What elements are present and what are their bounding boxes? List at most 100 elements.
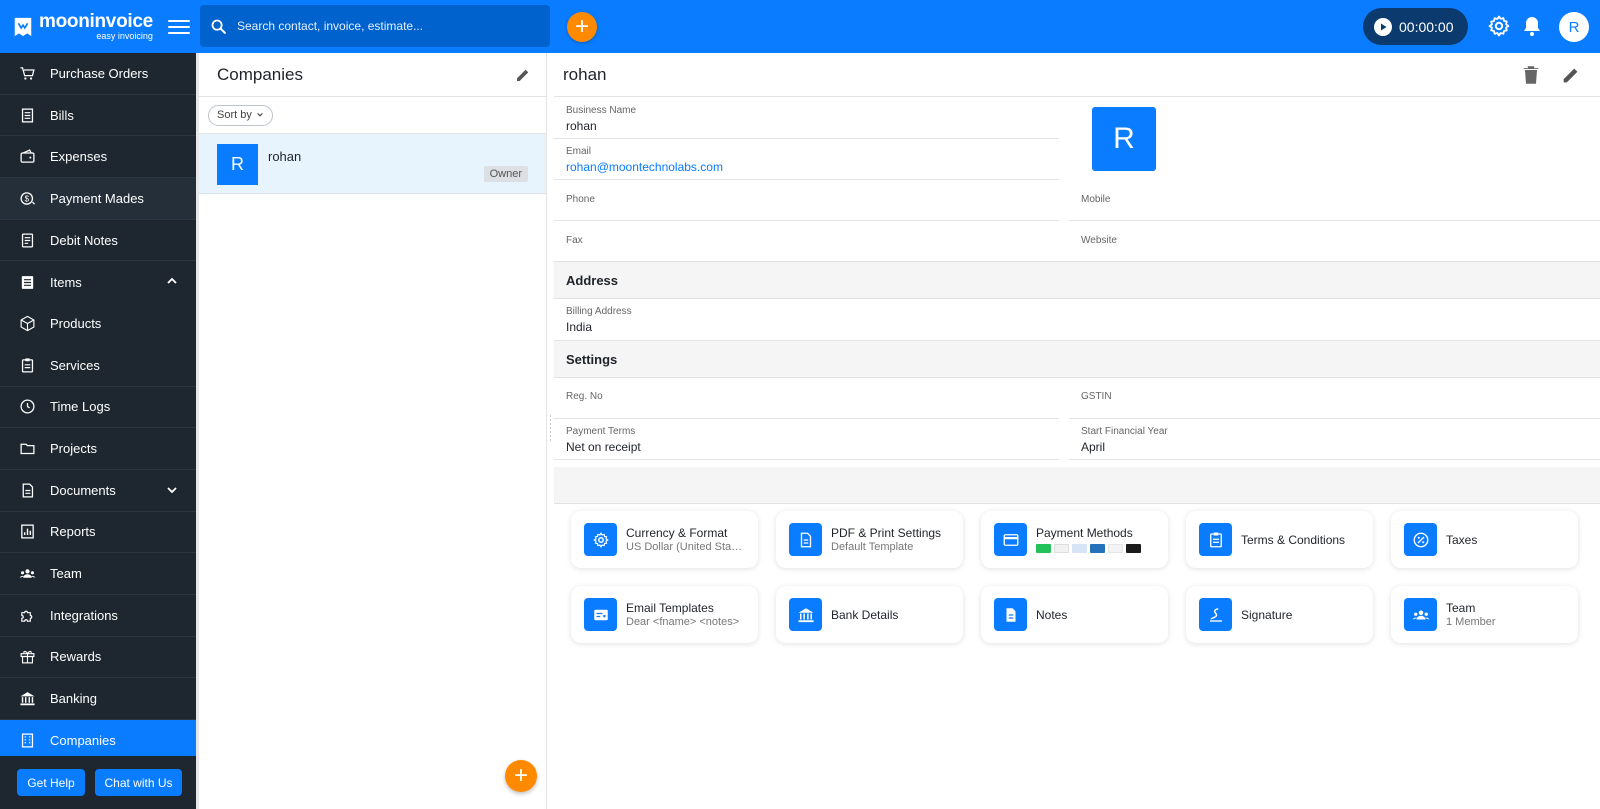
sidebar-item-label: Items	[50, 274, 82, 290]
field-label: Mobile	[1081, 194, 1111, 205]
edit-icon[interactable]	[514, 66, 532, 84]
sidebar-item-label: Payment Mades	[50, 190, 144, 206]
chat-button[interactable]: Chat with Us	[95, 769, 182, 796]
payment-method-logos	[1036, 544, 1141, 553]
sidebar-item-payment-mades[interactable]: $ Payment Mades	[0, 178, 196, 220]
sidebar-item-time-logs[interactable]: Time Logs	[0, 387, 196, 429]
note-icon	[18, 231, 36, 249]
sidebar-item-items[interactable]: Items	[0, 261, 196, 303]
detail-header: rohan	[554, 53, 1600, 97]
card-title: Signature	[1241, 607, 1293, 622]
companies-panel: Companies Sort by R rohan Owner +	[199, 53, 547, 809]
taxes-card[interactable]: Taxes	[1391, 511, 1578, 568]
top-bar: mooninvoice easy invoicing + 00:00:00 R	[0, 0, 1600, 53]
sidebar-item-label: Purchase Orders	[50, 65, 149, 81]
field-label: Payment Terms	[566, 426, 636, 437]
email-link[interactable]: rohan@moontechnolabs.com	[566, 160, 723, 174]
pdf-print-settings-card[interactable]: PDF & Print Settings Default Template	[776, 511, 963, 568]
sidebar-item-documents[interactable]: Documents	[0, 470, 196, 512]
sidebar-item-label: Bills	[50, 107, 74, 123]
company-avatar: R	[217, 144, 258, 185]
edit-icon[interactable]	[1560, 64, 1582, 86]
notes-card[interactable]: Notes	[981, 586, 1168, 643]
visa-icon	[1072, 544, 1087, 553]
card-subtitle: US Dollar (United States)	[626, 541, 744, 553]
clock-icon	[18, 398, 36, 416]
sidebar-item-banking[interactable]: Banking	[0, 678, 196, 720]
terms-conditions-card[interactable]: Terms & Conditions	[1186, 511, 1373, 568]
menu-icon[interactable]	[168, 16, 190, 36]
bank-details-card[interactable]: Bank Details	[776, 586, 963, 643]
sidebar-item-label: Services	[50, 357, 100, 373]
sidebar-item-label: Integrations	[50, 607, 118, 623]
sidebar-footer: Get Help Chat with Us	[0, 756, 196, 809]
card-title: Email Templates	[626, 601, 714, 615]
signature-card[interactable]: Signature	[1186, 586, 1373, 643]
add-company-button[interactable]: +	[505, 760, 537, 792]
trash-icon[interactable]	[1520, 64, 1542, 86]
reg-no-field: Reg. No	[554, 378, 1059, 419]
sidebar-item-reports[interactable]: Reports	[0, 512, 196, 554]
svg-text:$: $	[24, 194, 29, 203]
gift-icon	[18, 648, 36, 666]
card-title: Team	[1446, 601, 1476, 615]
sort-by-button[interactable]: Sort by	[208, 104, 273, 126]
sidebar-item-bills[interactable]: Bills	[0, 95, 196, 137]
amex-icon	[1090, 544, 1105, 553]
mastercard-icon	[1054, 544, 1069, 553]
add-button[interactable]: +	[567, 12, 597, 42]
payment-methods-card[interactable]: Payment Methods	[981, 511, 1168, 568]
sidebar-item-projects[interactable]: Projects	[0, 428, 196, 470]
sidebar-item-label: Banking	[50, 691, 97, 707]
resize-handle[interactable]	[549, 415, 552, 441]
website-field: Website	[1069, 221, 1600, 262]
email-templates-card[interactable]: Email Templates Dear <fname> <notes>	[571, 586, 758, 643]
team-card[interactable]: Team 1 Member	[1391, 586, 1578, 643]
currency-format-card[interactable]: Currency & Format US Dollar (United State…	[571, 511, 758, 568]
clipboard-icon	[18, 356, 36, 374]
get-help-button[interactable]: Get Help	[17, 769, 85, 796]
building-icon	[18, 731, 36, 749]
business-name-value: rohan	[566, 119, 597, 133]
email-field: Email rohan@moontechnolabs.com	[554, 139, 1059, 180]
document-icon	[18, 481, 36, 499]
company-logo[interactable]: R	[1092, 107, 1156, 171]
sidebar-item-purchase-orders[interactable]: Purchase Orders	[0, 53, 196, 95]
sidebar-item-services[interactable]: Services	[0, 345, 196, 387]
sidebar-item-expenses[interactable]: Expenses	[0, 136, 196, 179]
sidebar-item-label: Team	[50, 566, 82, 582]
business-name-field: Business Name rohan	[554, 98, 1059, 139]
start-fy-value: April	[1081, 440, 1106, 454]
sidebar-item-label: Reports	[50, 524, 96, 540]
sidebar-item-integrations[interactable]: Integrations	[0, 595, 196, 637]
address-section-header: Address	[554, 261, 1600, 299]
search-bar[interactable]	[200, 5, 550, 47]
gear-icon[interactable]	[1487, 14, 1511, 38]
user-avatar[interactable]: R	[1559, 12, 1589, 42]
items-icon	[18, 273, 36, 291]
card-icon	[994, 523, 1027, 556]
billing-address-field: Billing Address India	[554, 299, 1600, 340]
sidebar: Purchase Orders Bills Expenses $ Payment…	[0, 53, 196, 809]
fax-field: Fax	[554, 221, 1059, 262]
sidebar-item-label: Companies	[50, 732, 116, 748]
logo[interactable]: mooninvoice easy invoicing	[0, 0, 160, 53]
sidebar-item-products[interactable]: Products	[0, 303, 196, 345]
card-title: Payment Methods	[1036, 526, 1133, 540]
sidebar-item-rewards[interactable]: Rewards	[0, 637, 196, 679]
sidebar-item-team[interactable]: Team	[0, 553, 196, 595]
card-subtitle: 1 Member	[1446, 616, 1496, 628]
list-item[interactable]: R rohan Owner	[199, 134, 546, 194]
field-label: Start Financial Year	[1081, 426, 1168, 437]
sidebar-item-debit-notes[interactable]: Debit Notes	[0, 220, 196, 262]
gear-icon	[584, 523, 617, 556]
phone-field: Phone	[554, 180, 1059, 221]
timer-button[interactable]: 00:00:00	[1363, 8, 1468, 45]
sidebar-item-label: Expenses	[50, 149, 108, 165]
logo-icon	[14, 17, 32, 36]
bell-icon[interactable]	[1520, 14, 1544, 38]
search-input[interactable]	[237, 19, 527, 33]
notes-icon	[994, 598, 1027, 631]
company-name: rohan	[268, 149, 302, 164]
search-icon	[211, 19, 226, 34]
